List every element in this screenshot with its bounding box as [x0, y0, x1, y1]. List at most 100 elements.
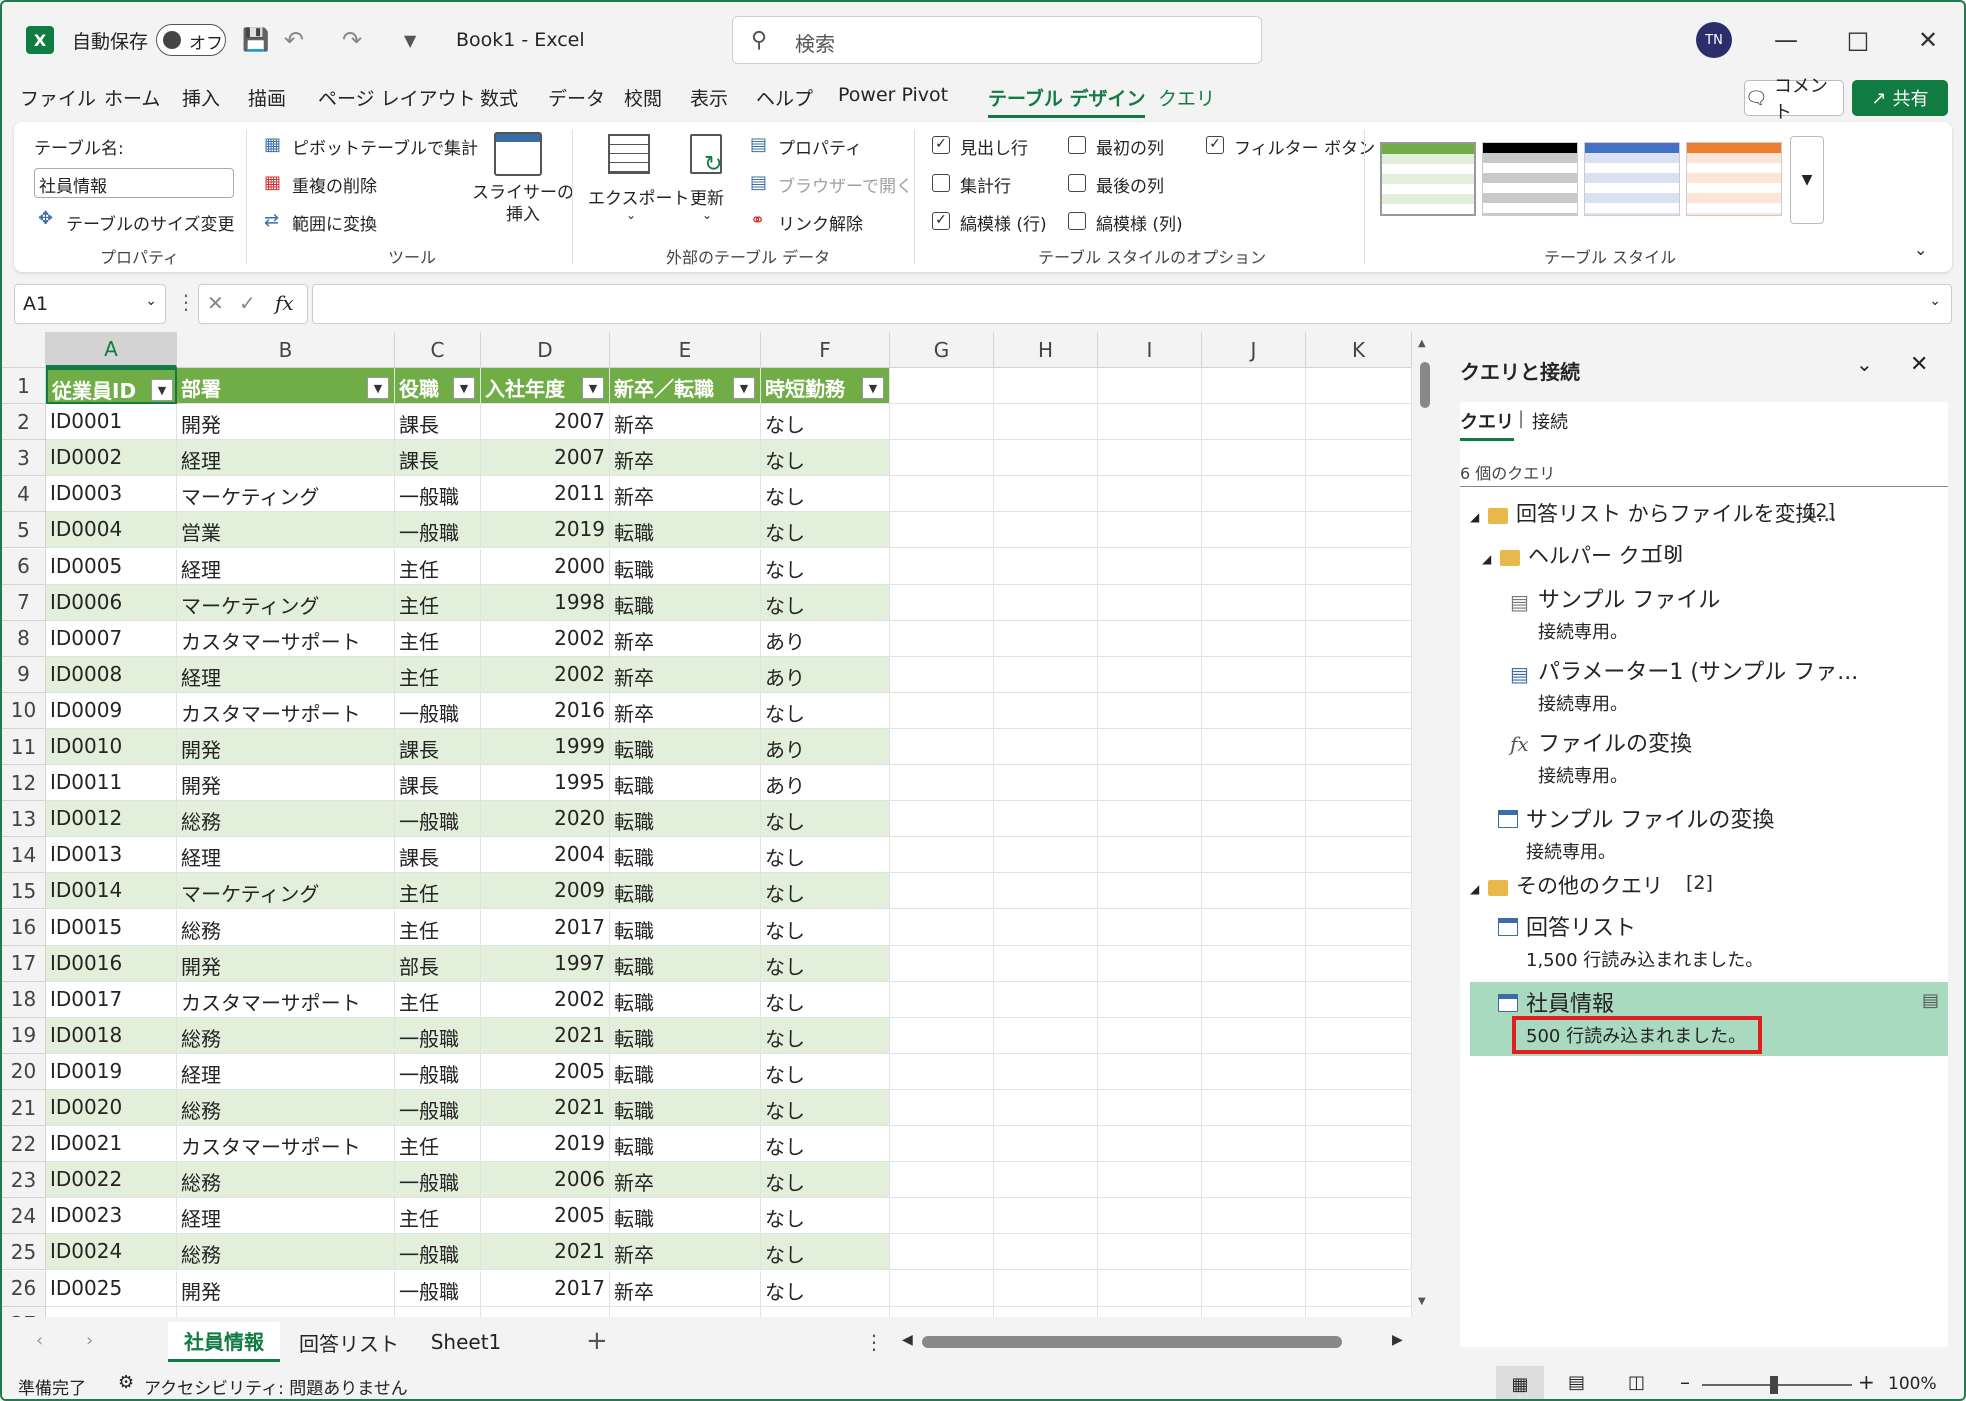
empty-cell[interactable] [1202, 404, 1306, 441]
menu-file[interactable]: ファイル [20, 84, 96, 111]
empty-cell[interactable] [1306, 1126, 1412, 1163]
table-cell[interactable]: なし [761, 801, 890, 838]
table-cell[interactable]: 2021 [481, 1090, 610, 1126]
table-cell[interactable]: 1998 [481, 584, 610, 621]
table-header-cell[interactable]: 時短勤務 ▼ [761, 368, 890, 404]
table-cell[interactable]: カスタマーサポート [177, 981, 395, 1018]
empty-cell[interactable] [890, 765, 994, 802]
table-cell[interactable]: 転職 [610, 729, 761, 765]
row-header[interactable]: 11 [2, 729, 46, 765]
avatar[interactable]: TN [1696, 22, 1732, 58]
table-cell[interactable]: ID0020 [46, 1090, 177, 1126]
table-cell[interactable]: カスタマーサポート [177, 620, 395, 657]
redo-icon[interactable]: ↷ [342, 2, 362, 78]
minimize-icon[interactable]: — [1766, 20, 1806, 60]
save-icon[interactable]: 💾 [242, 2, 269, 78]
table-cell[interactable]: 転職 [610, 873, 761, 910]
table-cell[interactable]: なし [761, 692, 890, 729]
table-cell[interactable]: なし [761, 1017, 890, 1054]
row-header[interactable]: 16 [2, 909, 46, 946]
table-cell[interactable]: 2000 [481, 548, 610, 585]
empty-cell[interactable] [1202, 692, 1306, 729]
ribbon-collapse-icon[interactable]: ⌄ [1914, 240, 1927, 259]
table-cell[interactable]: なし [761, 1126, 890, 1163]
expand-formula-icon[interactable]: ⌄ [1929, 293, 1941, 309]
table-cell[interactable]: 一般職 [395, 1053, 481, 1090]
table-cell[interactable]: 新卒 [610, 404, 761, 441]
comment-button[interactable]: 🗨 コメント [1744, 76, 1844, 123]
table-cell[interactable]: ID0017 [46, 981, 177, 1018]
table-cell[interactable]: 主任 [395, 909, 481, 946]
table-cell[interactable]: 経理 [177, 1198, 395, 1235]
empty-cell[interactable] [994, 656, 1098, 693]
table-cell[interactable]: 転職 [610, 1053, 761, 1090]
row-header[interactable]: 24 [2, 1198, 46, 1235]
table-cell[interactable]: なし [761, 1234, 890, 1271]
table-cell[interactable]: なし [761, 1270, 890, 1307]
table-cell[interactable]: 一般職 [395, 692, 481, 729]
table-cell[interactable] [177, 1306, 395, 1317]
empty-cell[interactable] [994, 1198, 1098, 1235]
table-cell[interactable]: 新卒 [610, 440, 761, 477]
empty-cell[interactable] [1306, 1017, 1412, 1054]
menu-insert[interactable]: 挿入 [182, 84, 220, 111]
table-cell[interactable]: マーケティング [177, 476, 395, 513]
empty-cell[interactable] [1202, 837, 1306, 874]
table-cell[interactable]: 転職 [610, 1126, 761, 1163]
table-cell[interactable]: 2011 [481, 476, 610, 513]
table-header-cell[interactable]: 入社年度 ▼ [481, 368, 610, 404]
empty-cell[interactable] [994, 945, 1098, 982]
empty-cell[interactable] [994, 1017, 1098, 1054]
empty-cell[interactable] [1306, 729, 1412, 765]
table-cell[interactable]: ID0010 [46, 729, 177, 765]
table-cell[interactable]: なし [761, 404, 890, 441]
empty-cell[interactable] [1202, 1090, 1306, 1126]
total-row-checkbox[interactable] [932, 174, 950, 192]
group3-title[interactable]: その他のクエリ [1516, 870, 1663, 900]
empty-cell[interactable] [1098, 837, 1202, 874]
empty-cell[interactable] [1202, 656, 1306, 693]
table-cell[interactable]: 2021 [481, 1234, 610, 1271]
table-cell[interactable]: 2021 [481, 1017, 610, 1054]
menu-table-design[interactable]: テーブル デザイン [988, 84, 1146, 118]
row-header[interactable]: 5 [2, 512, 46, 549]
empty-cell[interactable] [994, 1162, 1098, 1199]
filter-dropdown-icon[interactable]: ▼ [862, 377, 884, 399]
table-cell[interactable]: 2016 [481, 692, 610, 729]
header-row-checkbox[interactable]: ✓ [932, 136, 950, 154]
menu-home[interactable]: ホーム [104, 84, 160, 111]
table-cell[interactable]: 2009 [481, 873, 610, 910]
empty-cell[interactable] [1202, 368, 1306, 404]
table-cell[interactable]: 2002 [481, 981, 610, 1018]
table-cell[interactable]: ID0021 [46, 1126, 177, 1163]
table-cell[interactable]: 主任 [395, 548, 481, 585]
table-cell[interactable]: 一般職 [395, 1270, 481, 1307]
table-cell[interactable]: なし [761, 909, 890, 946]
table-cell[interactable]: 2004 [481, 837, 610, 874]
empty-cell[interactable] [1202, 1053, 1306, 1090]
autosave-toggle[interactable]: オフ [156, 24, 226, 56]
empty-cell[interactable] [890, 1017, 994, 1054]
empty-cell[interactable] [1098, 1234, 1202, 1271]
table-cell[interactable]: 2006 [481, 1162, 610, 1199]
empty-cell[interactable] [890, 476, 994, 513]
remove-duplicates-button[interactable]: 重複の削除 [292, 172, 377, 197]
refresh-dropdown-icon[interactable]: ⌄ [702, 208, 712, 222]
table-cell[interactable]: 一般職 [395, 801, 481, 838]
table-cell[interactable]: 新卒 [610, 656, 761, 693]
export-button[interactable]: エクスポート [588, 184, 690, 209]
empty-cell[interactable] [890, 548, 994, 585]
table-cell[interactable]: 総務 [177, 801, 395, 838]
row-header[interactable]: 17 [2, 945, 46, 982]
table-cell[interactable]: なし [761, 548, 890, 585]
empty-cell[interactable] [1098, 873, 1202, 910]
empty-cell[interactable] [1306, 440, 1412, 477]
table-cell[interactable]: ID0002 [46, 440, 177, 477]
insert-function-icon[interactable]: fx [275, 291, 294, 315]
table-cell[interactable]: なし [761, 1090, 890, 1126]
empty-cell[interactable] [1202, 512, 1306, 549]
table-cell[interactable]: 1999 [481, 729, 610, 765]
accessibility-status[interactable]: アクセシビリティ: 問題ありません [144, 1374, 408, 1399]
row-header[interactable]: 26 [2, 1270, 46, 1307]
zoom-level[interactable]: 100% [1888, 1374, 1937, 1394]
